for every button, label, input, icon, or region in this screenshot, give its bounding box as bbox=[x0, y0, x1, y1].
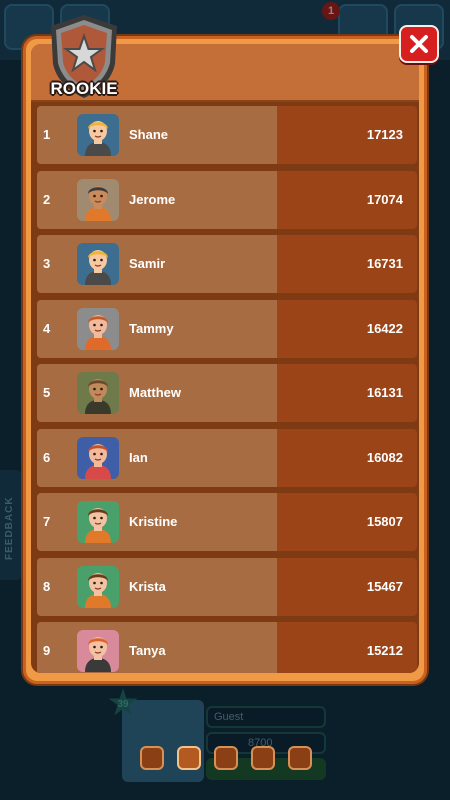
page-dot[interactable] bbox=[177, 746, 201, 770]
leaderboard-panel-inner: 1 Shane 17123 2 Jerome 17074 3 Samir 16731 4 Tammy… bbox=[31, 44, 419, 673]
player-name: Krista bbox=[129, 578, 166, 594]
player-score: 15807 bbox=[366, 514, 403, 529]
player-score: 16422 bbox=[366, 320, 403, 336]
row-rank: 5 bbox=[43, 385, 51, 400]
leaderboard-row[interactable]: 4 Tammy 16422 bbox=[37, 299, 417, 358]
player-score: 16731 bbox=[366, 256, 403, 271]
player-avatar bbox=[77, 565, 119, 608]
leaderboard-row[interactable]: 3 Samir 16731 bbox=[37, 235, 417, 293]
page-dot[interactable] bbox=[288, 746, 312, 770]
page-dot[interactable] bbox=[214, 746, 238, 770]
player-name: Kristine bbox=[129, 514, 178, 529]
leaderboard-row[interactable]: 5 Matthew 16131 bbox=[37, 364, 417, 422]
player-score: 16082 bbox=[366, 449, 403, 465]
player-score: 17074 bbox=[366, 191, 403, 207]
player-avatar bbox=[77, 372, 119, 414]
row-rank: 4 bbox=[43, 320, 51, 336]
player-name: Shane bbox=[129, 127, 169, 142]
player-name: Matthew bbox=[129, 385, 181, 400]
player-score: 15212 bbox=[366, 643, 403, 658]
rank-badge-label: ROOKIE bbox=[50, 79, 118, 98]
row-rank: 9 bbox=[43, 643, 51, 658]
leaderboard-row[interactable]: 9 Tanya 15212 bbox=[37, 622, 417, 673]
leaderboard-row[interactable]: 8 Krista 15467 bbox=[37, 557, 417, 616]
leaderboard-row[interactable]: 2 Jerome 17074 bbox=[37, 170, 417, 229]
leaderboard-list[interactable]: 1 Shane 17123 2 Jerome 17074 3 Samir 16731 4 Tammy… bbox=[31, 106, 419, 673]
row-rank: 7 bbox=[43, 514, 51, 529]
player-score: 17123 bbox=[366, 127, 403, 142]
player-score: 16131 bbox=[366, 385, 403, 400]
player-avatar bbox=[77, 114, 119, 156]
player-avatar bbox=[77, 436, 119, 479]
row-rank: 3 bbox=[43, 256, 51, 271]
player-score: 15467 bbox=[366, 578, 403, 594]
leaderboard-row[interactable]: 7 Kristine 15807 bbox=[37, 493, 417, 551]
player-avatar bbox=[77, 630, 119, 672]
row-rank: 6 bbox=[43, 449, 51, 465]
player-name: Jerome bbox=[129, 191, 176, 207]
player-avatar bbox=[77, 307, 119, 350]
page-dot[interactable] bbox=[251, 746, 275, 770]
player-name: Tanya bbox=[129, 643, 166, 658]
leaderboard-row[interactable]: 1 Shane 17123 bbox=[37, 106, 417, 164]
page-dot[interactable] bbox=[140, 746, 164, 770]
row-rank: 2 bbox=[43, 191, 51, 207]
row-left-panel bbox=[37, 428, 277, 487]
row-rank: 8 bbox=[43, 578, 51, 594]
player-avatar bbox=[77, 501, 119, 543]
player-name: Ian bbox=[129, 449, 148, 465]
leaderboard-panel: 1 Shane 17123 2 Jerome 17074 3 Samir 16731 4 Tammy… bbox=[23, 36, 427, 684]
player-name: Samir bbox=[129, 256, 166, 271]
player-avatar bbox=[77, 178, 119, 221]
leaderboard-row[interactable]: 6 Ian 16082 bbox=[37, 428, 417, 487]
row-rank: 1 bbox=[43, 127, 51, 142]
player-name: Tammy bbox=[129, 320, 174, 336]
player-avatar bbox=[77, 243, 119, 285]
close-icon bbox=[410, 35, 428, 53]
close-button[interactable] bbox=[399, 25, 439, 63]
